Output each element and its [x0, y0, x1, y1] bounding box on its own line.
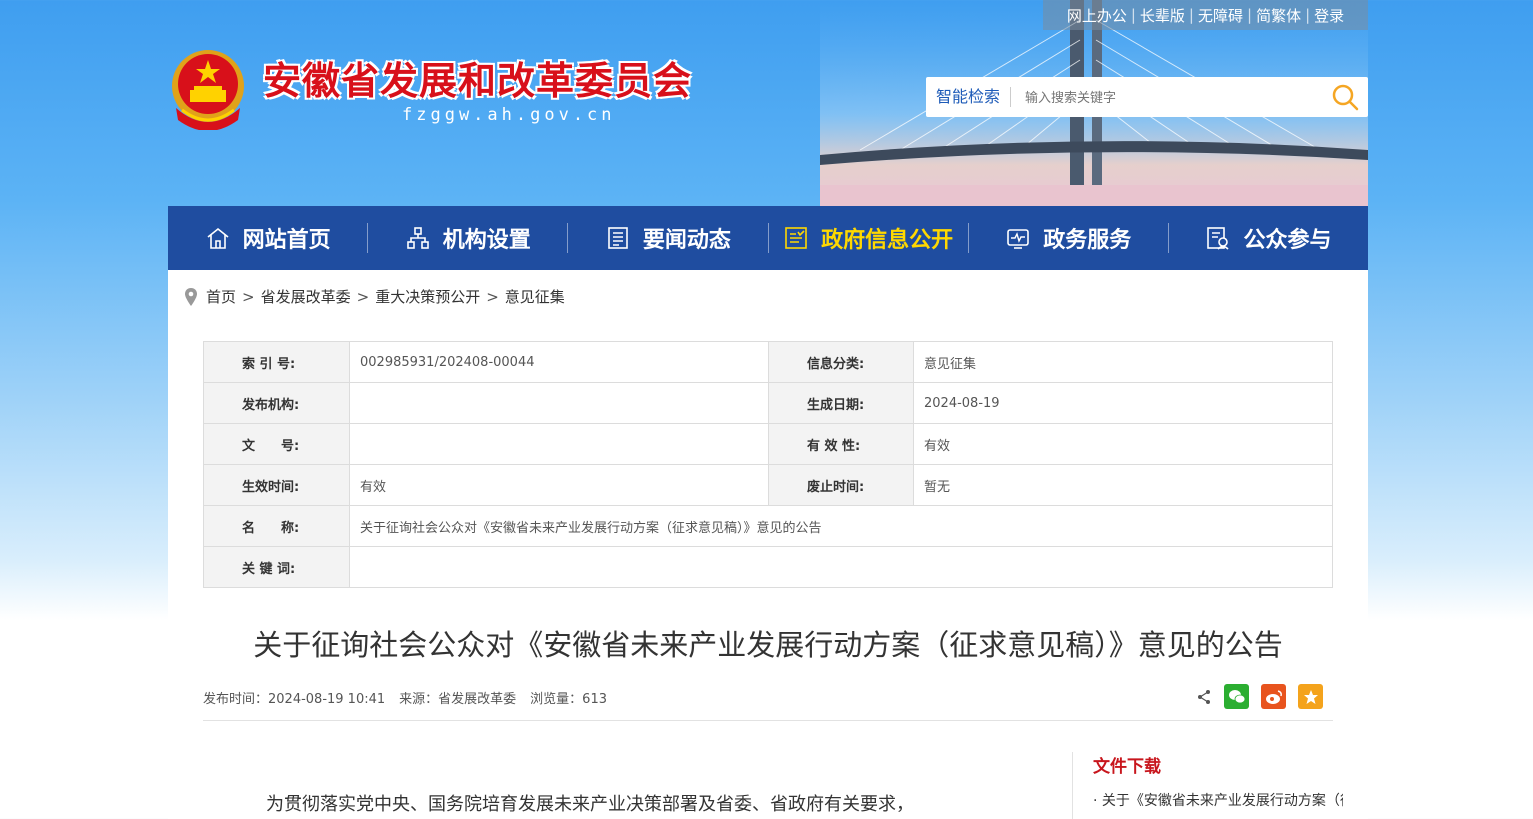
nav-label: 公众参与: [1243, 228, 1332, 253]
wechat-share-button[interactable]: [1224, 684, 1249, 709]
table-row: 索 引 号: 002985931/202408-00044 信息分类: 意见征集: [203, 341, 1333, 383]
nav-public-participation[interactable]: 公众参与: [1169, 206, 1368, 270]
divider: [203, 720, 1333, 721]
table-row: 发布机构: 生成日期: 2024-08-19: [203, 382, 1333, 424]
view-count: 浏览量：613: [530, 692, 607, 707]
search-icon: [1332, 84, 1359, 111]
service-icon: [1005, 225, 1031, 251]
category-value: 意见征集: [913, 341, 1333, 383]
main-nav: 网站首页 机构设置 要闻动态 政府信息公开 政务服务 公众参与: [168, 206, 1368, 270]
org-icon: [405, 225, 431, 251]
nav-organization[interactable]: 机构设置: [368, 206, 567, 270]
site-title[interactable]: 安徽省发展和改革委员会: [263, 50, 692, 105]
article-meta: 发布时间：2024-08-19 10:41 来源：省发展改革委 浏览量：613: [203, 688, 621, 707]
toplink-online-office[interactable]: 网上办公: [1063, 5, 1131, 26]
favorite-button[interactable]: [1298, 684, 1323, 709]
article-source: 来源：省发展改革委: [399, 692, 517, 707]
publish-time: 发布时间：2024-08-19 10:41: [203, 692, 386, 707]
article-title: 关于征询社会公众对《安徽省未来产业发展行动方案（征求意见稿）》意见的公告: [253, 628, 1283, 662]
national-emblem-icon: [172, 50, 244, 130]
nav-label: 网站首页: [242, 228, 331, 253]
effective-label: 生效时间:: [203, 464, 350, 506]
date-label: 生成日期:: [768, 382, 914, 424]
site-domain: fzggw.ah.gov.cn: [402, 105, 616, 125]
nav-label: 机构设置: [442, 228, 531, 253]
index-label: 索 引 号:: [203, 341, 350, 383]
toplink-accessibility[interactable]: 无障碍: [1194, 5, 1247, 26]
nav-label: 政府信息公开: [821, 228, 954, 253]
breadcrumb-major-decisions[interactable]: 重大决策预公开: [375, 286, 480, 307]
nav-government-info[interactable]: 政府信息公开: [769, 206, 968, 270]
breadcrumb-ndrc[interactable]: 省发展改革委: [261, 286, 351, 307]
name-value: 关于征询社会公众对《安徽省未来产业发展行动方案（征求意见稿）》意见的公告: [349, 505, 1333, 547]
breadcrumb-opinion-collection[interactable]: 意见征集: [505, 286, 565, 307]
share-bar: [1196, 684, 1323, 709]
keywords-value: [349, 546, 1333, 588]
share-icon: [1198, 689, 1210, 704]
participation-icon: [1205, 225, 1231, 251]
publisher-label: 发布机构:: [203, 382, 350, 424]
weibo-share-button[interactable]: [1261, 684, 1286, 709]
location-pin-icon: [184, 287, 198, 307]
content-panel: 首页 > 省发展改革委 > 重大决策预公开 > 意见征集 索 引 号: 0029…: [168, 270, 1368, 819]
toplink-simplified-traditional[interactable]: 简繁体: [1252, 5, 1305, 26]
publisher-value: [349, 382, 769, 424]
effective-value: 有效: [349, 464, 769, 506]
table-row: 生效时间: 有效 废止时间: 暂无: [203, 464, 1333, 506]
nav-label: 要闻动态: [642, 228, 731, 253]
nav-home[interactable]: 网站首页: [168, 206, 367, 270]
toplink-login[interactable]: 登录: [1310, 5, 1348, 26]
table-row: 关 键 词:: [203, 546, 1333, 588]
search-box: 智能检索: [926, 77, 1368, 117]
validity-label: 有 效 性:: [768, 423, 914, 465]
nav-label: 政务服务: [1043, 228, 1132, 253]
file-download-heading: 文件下载: [1093, 757, 1161, 777]
star-icon: [1303, 689, 1318, 704]
docno-label: 文 号:: [203, 423, 350, 465]
home-icon: [205, 225, 231, 251]
weibo-icon: [1265, 689, 1282, 704]
search-button[interactable]: [1322, 77, 1368, 117]
top-links-bar: 网上办公 | 长辈版 | 无障碍 | 简繁体 | 登录: [1043, 0, 1368, 30]
wechat-icon: [1228, 689, 1245, 703]
expire-label: 废止时间:: [768, 464, 914, 506]
validity-value: 有效: [913, 423, 1333, 465]
nav-services[interactable]: 政务服务: [969, 206, 1168, 270]
table-row: 名 称: 关于征询社会公众对《安徽省未来产业发展行动方案（征求意见稿）》意见的公…: [203, 505, 1333, 547]
table-row: 文 号: 有 效 性: 有效: [203, 423, 1333, 465]
info-icon: [783, 225, 809, 251]
name-label: 名 称:: [203, 505, 350, 547]
breadcrumb-home[interactable]: 首页: [206, 286, 236, 307]
keywords-label: 关 键 词:: [203, 546, 350, 588]
index-value: 002985931/202408-00044: [349, 341, 769, 383]
search-input[interactable]: [1011, 77, 1322, 117]
site-header: 安徽省发展和改革委员会 fzggw.ah.gov.cn 网上办公 | 长辈版 |…: [0, 0, 1533, 206]
category-label: 信息分类:: [768, 341, 914, 383]
expire-value: 暂无: [913, 464, 1333, 506]
article-body-first-line: 为贯彻落实党中央、国务院培育发展未来产业决策部署及省委、省政府有关要求，: [266, 794, 914, 815]
docno-value: [349, 423, 769, 465]
toplink-elderly-version[interactable]: 长辈版: [1136, 5, 1189, 26]
file-download-link[interactable]: · 关于《安徽省未来产业发展行动方案（征求意见稿）》的说: [1093, 790, 1343, 812]
document-metadata-table: 索 引 号: 002985931/202408-00044 信息分类: 意见征集…: [203, 341, 1333, 588]
file-download-sidebar: 文件下载 · 关于《安徽省未来产业发展行动方案（征求意见稿）》的说: [1072, 752, 1372, 819]
date-value: 2024-08-19: [913, 382, 1333, 424]
breadcrumb: 首页 > 省发展改革委 > 重大决策预公开 > 意见征集: [184, 286, 565, 307]
smart-search-label[interactable]: 智能检索: [926, 87, 1012, 107]
news-icon: [605, 225, 631, 251]
nav-news[interactable]: 要闻动态: [568, 206, 767, 270]
